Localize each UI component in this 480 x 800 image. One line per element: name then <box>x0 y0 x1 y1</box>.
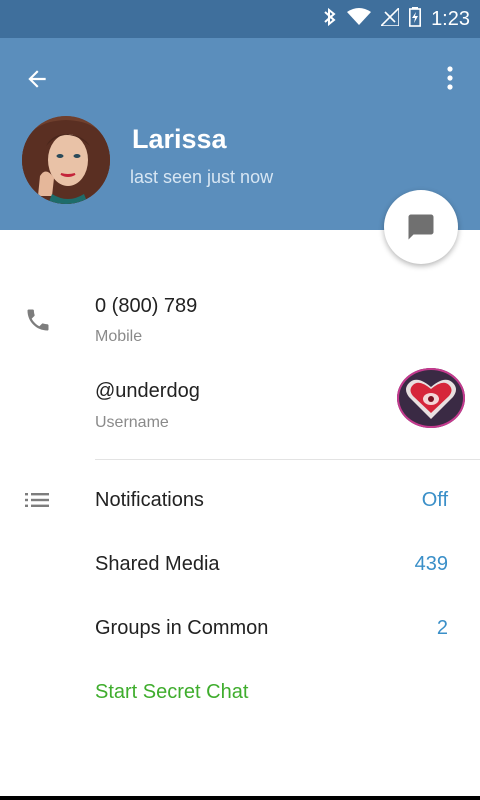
username-value: @underdog <box>95 380 200 402</box>
message-icon <box>408 214 434 240</box>
phone-icon <box>24 306 52 339</box>
username-label: Username <box>95 414 169 431</box>
avatar[interactable] <box>22 116 110 204</box>
notifications-label: Notifications <box>95 489 204 511</box>
bluetooth-icon <box>323 7 337 32</box>
more-options-button[interactable] <box>438 60 462 96</box>
notifications-value: Off <box>421 489 448 511</box>
bottom-edge <box>0 796 480 800</box>
phone-row[interactable]: 0 (800) 789 Mobile <box>0 290 480 350</box>
send-message-button[interactable] <box>384 190 458 264</box>
contact-name: Larissa <box>132 124 227 154</box>
more-vertical-icon <box>447 66 453 90</box>
back-button[interactable] <box>20 62 54 96</box>
status-bar: 1:23 <box>0 0 480 38</box>
status-icons: 1:23 <box>323 0 470 38</box>
wifi-icon <box>347 7 372 31</box>
shared-media-count: 439 <box>414 553 448 575</box>
phone-number: 0 (800) 789 <box>95 295 198 317</box>
notifications-row[interactable]: Notifications Off <box>0 484 480 520</box>
section-divider <box>95 459 480 460</box>
shared-media-row[interactable]: Shared Media 439 <box>0 548 480 584</box>
shared-media-label: Shared Media <box>95 553 220 575</box>
profile-screen: 1:23 Larissa last seen just now 0 (800) … <box>0 0 480 796</box>
list-icon <box>24 488 50 517</box>
last-seen-status: last seen just now <box>130 167 274 187</box>
sticker-image[interactable] <box>397 368 465 428</box>
phone-label: Mobile <box>95 328 143 345</box>
arrow-left-icon <box>28 70 46 88</box>
groups-in-common-label: Groups in Common <box>95 617 269 639</box>
status-time: 1:23 <box>431 7 470 30</box>
battery-icon <box>409 6 422 32</box>
signal-icon <box>379 5 400 31</box>
start-secret-chat-button[interactable]: Start Secret Chat <box>95 681 248 704</box>
groups-in-common-row[interactable]: Groups in Common 2 <box>0 612 480 648</box>
groups-in-common-count: 2 <box>436 617 448 639</box>
